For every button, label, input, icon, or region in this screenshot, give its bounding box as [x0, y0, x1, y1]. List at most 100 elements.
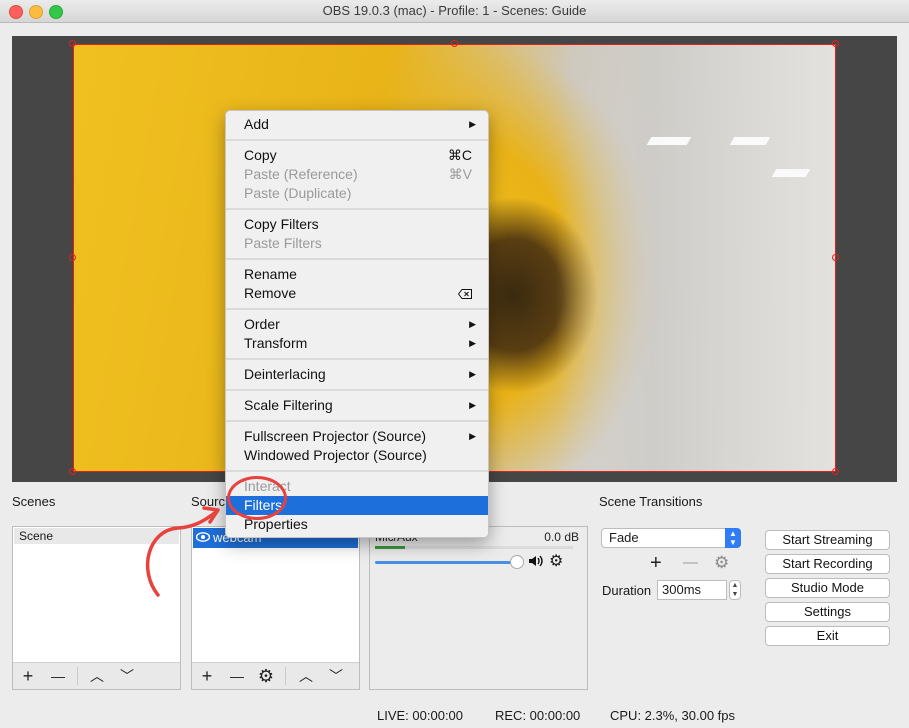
toolbar-divider [77, 667, 78, 685]
transition-select-value: Fade [609, 530, 639, 545]
toolbar-divider [285, 667, 286, 685]
menu-item-label: Order [244, 316, 280, 332]
volume-slider-track[interactable] [375, 561, 517, 564]
submenu-arrow-icon: ▶ [469, 338, 476, 348]
speaker-icon[interactable] [528, 554, 544, 571]
menu-item-paste-duplicate[interactable]: Paste (Duplicate) [226, 184, 488, 203]
menu-item-scale-filtering[interactable]: Scale Filtering ▶ [226, 396, 488, 415]
menu-item-label: Rename [244, 266, 297, 282]
resize-handle-left[interactable] [69, 254, 76, 261]
menu-item-remove[interactable]: Remove [226, 284, 488, 303]
menu-item-label: Remove [244, 285, 297, 301]
menu-item-label: Copy [244, 147, 277, 163]
mixer-level: 0.0 dB [544, 530, 579, 544]
submenu-arrow-icon: ▶ [469, 319, 476, 329]
chevron-updown-icon: ▲ ▼ [725, 528, 741, 548]
scenes-dock-title: Scenes [12, 494, 56, 509]
gear-icon[interactable]: ⚙ [549, 554, 563, 570]
submenu-arrow-icon: ▶ [469, 431, 476, 441]
ceiling-light [646, 137, 692, 145]
scenes-toolbar: + — ︿ ﹀ [13, 662, 180, 689]
menu-item-order[interactable]: Order ▶ [226, 315, 488, 334]
remove-scene-icon[interactable]: — [48, 666, 68, 686]
menu-item-label: Add [244, 116, 269, 132]
menu-separator [226, 420, 488, 422]
gear-icon[interactable]: ⚙ [714, 552, 729, 574]
menu-separator [226, 389, 488, 391]
menu-separator [226, 358, 488, 360]
minimize-window-button[interactable] [29, 5, 43, 19]
sources-toolbar: + — ⚙ ︿ ﹀ [192, 662, 359, 689]
duration-label: Duration [602, 583, 652, 598]
menu-item-windowed-projector[interactable]: Windowed Projector (Source) [226, 446, 488, 465]
studio-mode-button[interactable]: Studio Mode [765, 578, 890, 598]
resize-handle-top[interactable] [451, 40, 458, 47]
move-source-up-icon[interactable]: ︿ [296, 666, 316, 686]
move-scene-down-icon[interactable]: ﹀ [117, 666, 137, 686]
background-shade [555, 45, 835, 471]
menu-separator [226, 258, 488, 260]
menu-item-copy-filters[interactable]: Copy Filters [226, 215, 488, 234]
exit-button[interactable]: Exit [765, 626, 890, 646]
menu-item-label: Paste (Reference) [244, 166, 358, 182]
menu-item-deinterlacing[interactable]: Deinterlacing ▶ [226, 365, 488, 384]
menu-item-transform[interactable]: Transform ▶ [226, 334, 488, 353]
volume-meter [375, 546, 405, 549]
source-context-menu: Add ▶ Copy ⌘C Paste (Reference) ⌘V Paste (D… [225, 110, 489, 538]
delete-key-icon [457, 284, 472, 303]
shortcut-label: ⌘V [448, 166, 472, 182]
menu-item-paste-filters[interactable]: Paste Filters [226, 234, 488, 253]
volume-slider-handle[interactable] [510, 555, 524, 569]
move-source-down-icon[interactable]: ﹀ [326, 666, 346, 686]
menu-item-label: Scale Filtering [244, 397, 333, 413]
resize-handle-top-left[interactable] [69, 40, 76, 47]
settings-button[interactable]: Settings [765, 602, 890, 622]
close-window-button[interactable] [9, 5, 23, 19]
menu-item-add[interactable]: Add ▶ [226, 115, 488, 134]
duration-stepper[interactable]: ▲ ▼ [729, 580, 741, 600]
live-status: LIVE: 00:00:00 [377, 708, 464, 723]
remove-transition-icon[interactable]: — [683, 552, 698, 574]
menu-item-paste-reference[interactable]: Paste (Reference) ⌘V [226, 165, 488, 184]
menu-item-rename[interactable]: Rename [226, 265, 488, 284]
ceiling-light [729, 137, 771, 145]
gear-icon[interactable]: ⚙ [256, 666, 276, 686]
resize-handle-bottom-right[interactable] [832, 468, 839, 475]
menu-separator [226, 208, 488, 210]
transition-select[interactable]: Fade ▲ ▼ [601, 528, 741, 548]
title-bar: OBS 19.0.3 (mac) - Profile: 1 - Scenes: … [0, 0, 909, 23]
menu-item-label: Windowed Projector (Source) [244, 447, 427, 463]
start-recording-button[interactable]: Start Recording [765, 554, 890, 574]
submenu-arrow-icon: ▶ [469, 119, 476, 129]
menu-item-fullscreen-projector[interactable]: Fullscreen Projector (Source) ▶ [226, 427, 488, 446]
submenu-arrow-icon: ▶ [469, 369, 476, 379]
submenu-arrow-icon: ▶ [469, 400, 476, 410]
transitions-dock-title: Scene Transitions [599, 494, 703, 509]
add-source-icon[interactable]: + [197, 666, 217, 686]
volume-meter-track [375, 546, 573, 549]
remove-source-icon[interactable]: — [227, 666, 247, 686]
menu-separator [226, 470, 488, 472]
menu-item-label: Fullscreen Projector (Source) [244, 428, 427, 444]
rec-status: REC: 00:00:00 [495, 708, 581, 723]
zoom-window-button[interactable] [49, 5, 63, 19]
add-transition-icon[interactable]: + [650, 552, 662, 574]
duration-input[interactable]: 300ms [657, 580, 727, 600]
start-streaming-button[interactable]: Start Streaming [765, 530, 890, 550]
add-scene-icon[interactable]: + [18, 666, 38, 686]
cpu-status: CPU: 2.3%, 30.00 fps [610, 708, 736, 723]
menu-separator [226, 308, 488, 310]
audio-mixer: Mic/Aux 0.0 dB ⚙ [369, 526, 588, 690]
menu-item-label: Deinterlacing [244, 366, 326, 382]
move-scene-up-icon[interactable]: ︿ [87, 666, 107, 686]
shortcut-label: ⌘C [447, 147, 472, 163]
menu-item-label: Paste (Duplicate) [244, 185, 352, 201]
annotation-circle [227, 476, 287, 520]
menu-item-label: Transform [244, 335, 308, 351]
menu-item-copy[interactable]: Copy ⌘C [226, 146, 488, 165]
menu-separator [226, 139, 488, 141]
resize-handle-right[interactable] [832, 254, 839, 261]
resize-handle-top-right[interactable] [832, 40, 839, 47]
resize-handle-bottom-left[interactable] [69, 468, 76, 475]
menu-item-label: Paste Filters [244, 235, 322, 251]
